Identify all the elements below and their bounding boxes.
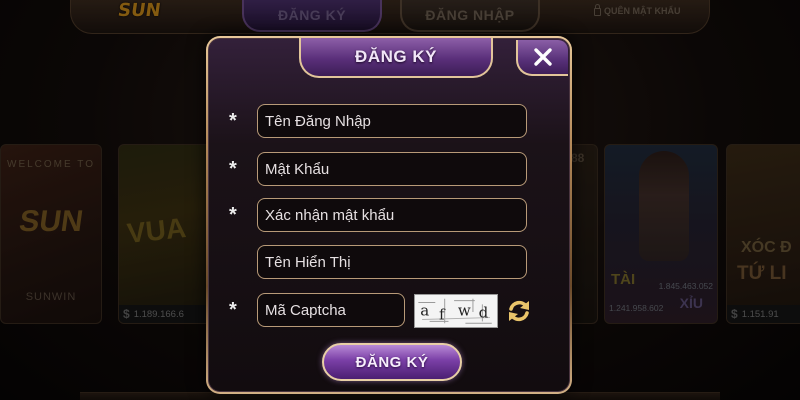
close-icon (534, 48, 552, 66)
confirm-password-input[interactable]: Xác nhận mật khẩu (257, 198, 527, 232)
password-row: * Mật Khẩu (209, 152, 569, 186)
username-row: * Tên Đăng Nhập (209, 104, 569, 138)
captcha-char: a (420, 302, 429, 320)
display-name-row: Tên Hiển Thị (209, 245, 569, 279)
password-input[interactable]: Mật Khẩu (257, 152, 527, 186)
captcha-row: * Mã Captcha a f w d (209, 293, 569, 328)
captcha-char: d (479, 304, 489, 322)
register-submit-button[interactable]: ĐĂNG KÝ (322, 343, 462, 381)
required-mark: * (229, 204, 237, 226)
required-mark: * (229, 299, 237, 321)
dialog-title: ĐĂNG KÝ (299, 38, 493, 78)
captcha-input[interactable]: Mã Captcha (257, 293, 405, 327)
refresh-captcha-button[interactable] (505, 297, 533, 325)
close-button[interactable] (516, 40, 568, 76)
required-mark: * (229, 110, 237, 132)
refresh-icon (509, 300, 529, 322)
captcha-image: a f w d (414, 294, 498, 328)
required-mark: * (229, 158, 237, 180)
display-name-input[interactable]: Tên Hiển Thị (257, 245, 527, 279)
register-dialog: ĐĂNG KÝ * Tên Đăng Nhập * Mật Khẩu * Xác… (206, 36, 572, 394)
confirm-password-row: * Xác nhận mật khẩu (209, 198, 569, 232)
username-input[interactable]: Tên Đăng Nhập (257, 104, 527, 138)
register-dialog-body: ĐĂNG KÝ * Tên Đăng Nhập * Mật Khẩu * Xác… (208, 38, 570, 392)
captcha-char: w (458, 302, 471, 320)
